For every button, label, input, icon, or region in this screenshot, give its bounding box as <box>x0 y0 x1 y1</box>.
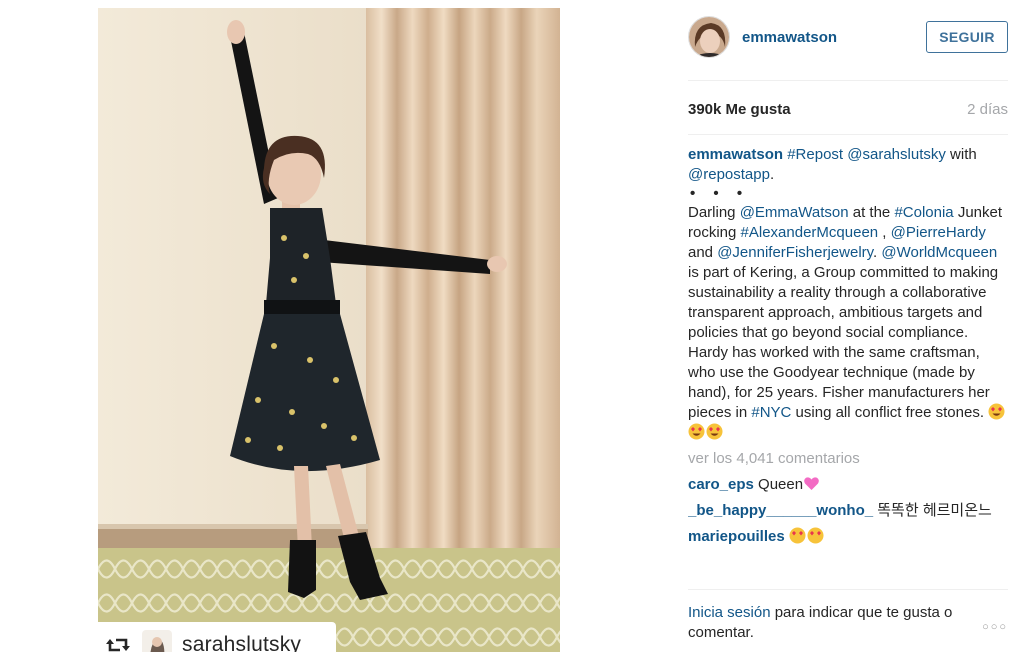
post-time[interactable]: 2 días <box>967 101 1008 118</box>
repost-icon <box>104 634 132 652</box>
heart-eyes-emoji-icon <box>688 423 705 440</box>
hashtag-nyc[interactable]: #NYC <box>751 404 791 421</box>
heart-eyes-emoji-icon <box>789 527 806 544</box>
repost-badge[interactable]: sarahslutsky <box>98 622 336 652</box>
list-item: caro_eps Queen <box>688 475 1008 495</box>
comment-username[interactable]: _be_happy______wonho_ <box>688 502 873 519</box>
view-all-comments-link[interactable]: ver los 4,041 comentarios <box>688 449 1008 469</box>
caption-text: is part of Kering, a Group committed to … <box>688 264 999 421</box>
divider <box>688 589 1008 590</box>
caption-text: with <box>945 146 977 163</box>
caption-text: . <box>873 244 878 261</box>
caption-text: and <box>688 244 718 261</box>
post-photo[interactable]: sarahslutsky <box>98 8 560 652</box>
mention-pierrehardy[interactable]: @PierreHardy <box>891 224 986 241</box>
comment-text: Queen <box>758 476 804 493</box>
heart-eyes-emoji-icon <box>807 527 824 544</box>
hashtag-colonia[interactable]: #Colonia <box>894 204 953 221</box>
pink-heart-emoji-icon <box>803 475 820 492</box>
stats-row: 390k Me gusta 2 días <box>688 101 1008 118</box>
more-options-icon[interactable]: ○○○ <box>982 621 1008 633</box>
hashtag-alexandermcqueen[interactable]: #AlexanderMcqueen <box>741 224 879 241</box>
caption-body: Darling @EmmaWatson at the #Colonia Junk… <box>688 203 1008 443</box>
mention-sarahslutsky[interactable]: @sarahslutsky <box>847 146 946 163</box>
header-username[interactable]: emmawatson <box>742 29 837 46</box>
avatar[interactable] <box>688 16 730 58</box>
hashtag-repost[interactable]: #Repost <box>787 146 843 163</box>
likes-count[interactable]: 390k Me gusta <box>688 101 791 118</box>
follow-button[interactable]: SEGUIR <box>926 21 1008 53</box>
divider <box>688 80 1008 81</box>
list-item: _be_happy______wonho_ 똑똑한 헤르미온느 <box>688 501 1008 521</box>
caption-username[interactable]: emmawatson <box>688 146 783 163</box>
mention-emmawatson[interactable]: @EmmaWatson <box>740 204 849 221</box>
login-prompt: Inicia sesión para indicar que te gusta … <box>688 603 1008 643</box>
photo-illustration <box>98 8 560 652</box>
comment-text: 똑똑한 헤르미온느 <box>873 502 992 519</box>
post-header: emmawatson SEGUIR <box>688 14 1008 60</box>
caption-dots: • • • <box>690 185 750 202</box>
caption-header: emmawatson #Repost @sarahslutsky with @r… <box>688 146 977 183</box>
caption-text: , <box>878 224 887 241</box>
heart-eyes-emoji-icon <box>988 403 1005 420</box>
divider <box>688 134 1008 135</box>
repost-avatar <box>142 630 172 652</box>
mention-jenniferfisher[interactable]: @JenniferFisherjewelry <box>717 244 873 261</box>
mention-repostapp[interactable]: @repostapp <box>688 166 770 183</box>
comment-username[interactable]: mariepouilles <box>688 528 785 545</box>
repost-username: sarahslutsky <box>182 633 302 652</box>
caption-text: using all conflict free stones. <box>791 404 989 421</box>
mention-worldmcqueen[interactable]: @WorldMcqueen <box>881 244 997 261</box>
caption-text: at the <box>848 204 895 221</box>
login-link[interactable]: Inicia sesión <box>688 604 771 621</box>
comment-username[interactable]: caro_eps <box>688 476 754 493</box>
heart-eyes-emoji-icon <box>706 423 723 440</box>
list-item: mariepouilles <box>688 527 1008 547</box>
post-sidebar: emmawatson SEGUIR 390k Me gusta 2 días e… <box>688 0 1008 660</box>
comments-list[interactable]: emmawatson #Repost @sarahslutsky with @r… <box>688 145 1008 585</box>
caption-text: Darling <box>688 204 740 221</box>
